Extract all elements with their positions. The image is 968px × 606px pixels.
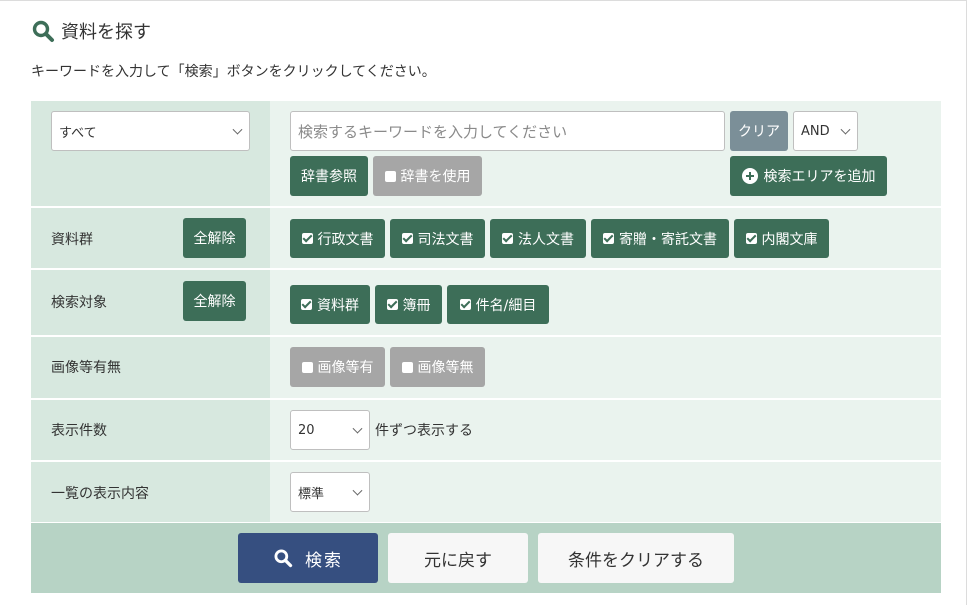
chevron-down-icon xyxy=(232,124,243,135)
collection-option[interactable]: 内閣文庫 xyxy=(734,219,829,258)
search-button[interactable]: 検索 xyxy=(238,533,378,583)
scope-select-value: すべて xyxy=(59,125,97,141)
targets-clear-all-label: 全解除 xyxy=(193,294,236,310)
collections-clear-all-button[interactable]: 全解除 xyxy=(183,218,246,258)
target-option[interactable]: 資料群 xyxy=(290,285,370,324)
search-form: すべて 検索するキーワードを入力してください クリア AND 辞書参照 辞書を使… xyxy=(31,101,941,522)
clear-conditions-button[interactable]: 条件をクリアする xyxy=(538,533,734,583)
operator-select[interactable]: AND xyxy=(793,111,858,151)
search-icon xyxy=(274,549,293,568)
target-option-label: 件名/細目 xyxy=(475,297,537,314)
targets-label-cell: 検索対象 全解除 xyxy=(31,270,270,335)
collections-label-cell: 資料群 全解除 xyxy=(31,208,270,268)
keyword-row: すべて 検索するキーワードを入力してください クリア AND 辞書参照 辞書を使… xyxy=(31,101,941,208)
collection-option-label: 寄贈・寄託文書 xyxy=(619,231,717,248)
targets-clear-all-button[interactable]: 全解除 xyxy=(183,281,246,321)
scope-select[interactable]: すべて xyxy=(51,111,250,151)
collection-option[interactable]: 司法文書 xyxy=(390,219,485,258)
operator-select-value: AND xyxy=(801,123,830,139)
checkbox-checked-icon xyxy=(745,233,757,244)
search-button-label: 検索 xyxy=(305,550,343,571)
add-search-area-button[interactable]: 検索エリアを追加 xyxy=(730,156,887,196)
display-label-cell: 一覧の表示内容 xyxy=(31,462,270,522)
checkbox-checked-icon xyxy=(603,233,614,244)
images-row: 画像等有無 画像等有 画像等無 xyxy=(31,337,941,400)
images-label-cell: 画像等有無 xyxy=(31,337,270,398)
use-dictionary-checkbox[interactable]: 辞書を使用 xyxy=(373,156,482,196)
search-icon xyxy=(32,20,54,42)
display-row: 一覧の表示内容 標準 xyxy=(31,462,941,522)
checkbox-checked-icon xyxy=(459,299,471,310)
collection-option[interactable]: 法人文書 xyxy=(490,219,586,258)
dictionary-button[interactable]: 辞書参照 xyxy=(290,156,368,196)
image-option[interactable]: 画像等有 xyxy=(290,347,385,387)
add-search-area-label: 検索エリアを追加 xyxy=(763,169,876,185)
images-label: 画像等有無 xyxy=(51,360,121,376)
page-title: 資料を探す xyxy=(31,18,151,44)
checkbox-checked-icon xyxy=(301,299,312,310)
checkbox-checked-icon xyxy=(401,233,413,244)
targets-options: 資料群 簿冊 件名/細目 xyxy=(270,270,941,335)
collection-option-label: 内閣文庫 xyxy=(761,231,818,248)
target-option[interactable]: 件名/細目 xyxy=(447,285,549,324)
count-select[interactable]: 20 xyxy=(290,410,370,450)
collections-label: 資料群 xyxy=(51,232,93,248)
targets-label: 検索対象 xyxy=(51,295,107,311)
dictionary-label: 辞書参照 xyxy=(301,169,357,185)
collection-option[interactable]: 行政文書 xyxy=(290,219,385,258)
target-option-label: 簿冊 xyxy=(402,297,431,314)
target-option[interactable]: 簿冊 xyxy=(375,285,442,324)
collection-option-label: 司法文書 xyxy=(417,231,474,248)
chevron-down-icon xyxy=(352,423,363,434)
image-option-label: 画像等無 xyxy=(417,360,474,376)
targets-row: 検索対象 全解除 資料群 簿冊 件名/細目 xyxy=(31,270,941,337)
action-bar: 検索 元に戻す 条件をクリアする xyxy=(31,523,941,593)
plus-circle-icon xyxy=(741,168,758,184)
keyword-row-label-cell: すべて xyxy=(31,101,270,206)
display-content: 標準 xyxy=(270,462,941,522)
count-row: 表示件数 20 件ずつ表示する xyxy=(31,400,941,462)
clear-keyword-button[interactable]: クリア xyxy=(730,111,788,151)
collections-row: 資料群 全解除 行政文書 司法文書 法人文書 寄贈・寄託文書 内閣文庫 xyxy=(31,208,941,270)
count-label: 表示件数 xyxy=(51,423,107,439)
chevron-down-icon xyxy=(840,124,851,135)
display-label: 一覧の表示内容 xyxy=(51,486,149,502)
count-label-cell: 表示件数 xyxy=(31,400,270,460)
image-option-label: 画像等有 xyxy=(317,360,374,376)
images-options: 画像等有 画像等無 xyxy=(270,337,941,398)
collection-option[interactable]: 寄贈・寄託文書 xyxy=(591,219,729,258)
keyword-row-content: 検索するキーワードを入力してください クリア AND 辞書参照 辞書を使用 検索… xyxy=(270,101,941,206)
chevron-down-icon xyxy=(352,485,363,496)
count-suffix: 件ずつ表示する xyxy=(375,423,473,439)
instruction-text: キーワードを入力して「検索」ボタンをクリックしてください。 xyxy=(31,64,436,80)
display-select-value: 標準 xyxy=(298,486,325,502)
clear-keyword-label: クリア xyxy=(738,124,780,140)
checkbox-icon xyxy=(401,361,413,373)
use-dictionary-label: 辞書を使用 xyxy=(400,169,471,185)
collection-option-label: 法人文書 xyxy=(518,231,574,248)
reset-button[interactable]: 元に戻す xyxy=(388,533,528,583)
checkbox-checked-icon xyxy=(386,299,398,310)
checkbox-checked-icon xyxy=(502,233,513,244)
collections-options: 行政文書 司法文書 法人文書 寄贈・寄託文書 内閣文庫 xyxy=(270,208,941,268)
image-option[interactable]: 画像等無 xyxy=(390,347,485,387)
collection-option-label: 行政文書 xyxy=(317,231,374,248)
reset-button-label: 元に戻す xyxy=(424,550,492,571)
collections-clear-all-label: 全解除 xyxy=(193,231,236,247)
display-select[interactable]: 標準 xyxy=(290,472,370,512)
clear-conditions-label: 条件をクリアする xyxy=(568,550,704,571)
count-content: 20 件ずつ表示する xyxy=(270,400,941,460)
checkbox-icon xyxy=(384,170,396,182)
page-title-text: 資料を探す xyxy=(61,22,151,43)
count-select-value: 20 xyxy=(298,422,315,438)
keyword-input-placeholder: 検索するキーワードを入力してください xyxy=(298,122,568,141)
checkbox-icon xyxy=(301,361,313,373)
keyword-input[interactable]: 検索するキーワードを入力してください xyxy=(290,111,725,151)
target-option-label: 資料群 xyxy=(317,297,359,314)
checkbox-checked-icon xyxy=(301,233,313,244)
